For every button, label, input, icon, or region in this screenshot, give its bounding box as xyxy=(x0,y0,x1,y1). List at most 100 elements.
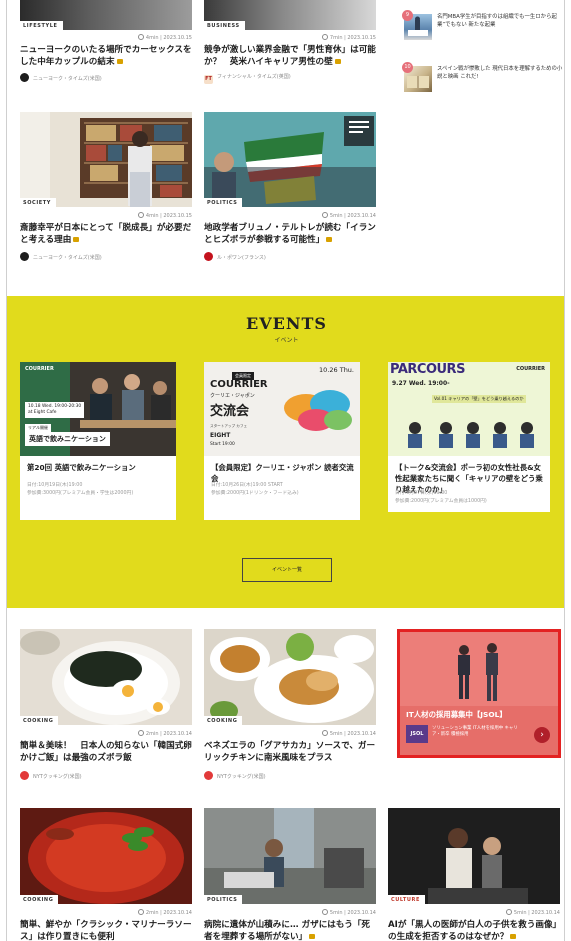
event-image-venue-pre: スタートアップ カフェ xyxy=(210,424,248,428)
events-subheading: イベント xyxy=(274,337,299,344)
article-image[interactable]: BUSINESS xyxy=(204,0,376,30)
article-source: ニューヨーク・タイムズ(米国) xyxy=(20,252,102,261)
article-image[interactable]: COOKING xyxy=(204,629,376,725)
rank-badge: 10 xyxy=(402,62,413,73)
event-image[interactable]: 10.26 Thu. 会員限定 COURRIER クーリエ・ジャポン 交流会 ス… xyxy=(204,362,360,456)
article-title[interactable]: 簡単＆美味！ 日本人の知らない「韓国式卵かけご飯」は最強のズボラ飯 xyxy=(20,740,192,764)
article-card[interactable]: CULTURE 5min | 2023.10.14 AIが「黒人の医師が白人の子… xyxy=(388,808,560,941)
clock-icon xyxy=(321,909,328,915)
category-label: SOCIETY xyxy=(20,198,57,207)
event-image-venue: EIGHT xyxy=(210,432,231,439)
event-brand: COURRIER xyxy=(25,366,54,372)
event-image-big: 交流会 xyxy=(210,404,250,419)
lock-icon xyxy=(326,237,333,242)
ranking-item[interactable]: 9 名門MBA学生が目指すのは組織でも一生ロから起業”でもない 新たな起業 xyxy=(397,10,563,40)
article-source: ニューヨーク・タイムズ(米国) xyxy=(20,73,102,82)
article-title[interactable]: 病院に遺体が山積みに… ガザにはもう「死者を埋葬する場所がない」 xyxy=(204,919,376,941)
source-logo-icon xyxy=(20,252,29,261)
category-label: POLITICS xyxy=(204,895,243,904)
event-image-label: リアル開催 xyxy=(25,424,51,432)
category-label: LIFESTYLE xyxy=(20,21,63,30)
page: LIFESTYLE 4min | 2023.10.15 ニューヨークのいたる場所… xyxy=(6,0,565,941)
category-label: COOKING xyxy=(20,716,59,725)
article-card[interactable]: SOCIETY 4min | 2023.10.15 斎藤幸平が日本にとって「脱成… xyxy=(20,112,192,272)
clock-icon xyxy=(137,34,144,40)
clock-icon xyxy=(137,909,144,915)
event-card[interactable]: 10.26 Thu. 会員限定 COURRIER クーリエ・ジャポン 交流会 ス… xyxy=(204,362,360,520)
category-label: BUSINESS xyxy=(204,21,245,30)
event-card[interactable]: PARCOURS COURRIER 9.27 Wed. 19:00- Vol.0… xyxy=(388,362,550,512)
event-image-caption: 英語で飲みニケーション xyxy=(25,432,110,446)
clock-icon xyxy=(137,212,144,218)
lock-icon xyxy=(116,59,123,64)
article-image[interactable]: POLITICS xyxy=(204,808,376,904)
lock-icon xyxy=(73,237,80,242)
clock-icon xyxy=(321,212,328,218)
lock-icon xyxy=(309,934,316,939)
source-logo-icon xyxy=(20,73,29,82)
ft-logo-icon: FT xyxy=(204,75,213,84)
article-meta: 7min | 2023.10.15 xyxy=(321,34,376,41)
article-card[interactable]: COOKING 2min | 2023.10.14 簡単、鮮やか「クラシック・マ… xyxy=(20,808,192,941)
article-meta: 2min | 2023.10.14 xyxy=(137,909,192,916)
article-title[interactable]: ベネズエラの「グアサカカ」ソースで、ガーリックチキンに南米風味をプラス xyxy=(204,740,376,764)
event-image-vol: Vol.01 キャリアの「壁」をどう乗り越えるのか xyxy=(432,395,526,403)
category-label: CULTURE xyxy=(388,895,426,904)
jsol-logo: JSOL xyxy=(406,725,428,743)
events-list-button[interactable]: イベント一覧 xyxy=(242,558,332,582)
ad-body: ソリューション事業 IT人材を採用中 キャリア・新卒 積極採用 xyxy=(432,726,518,737)
event-image[interactable]: PARCOURS COURRIER 9.27 Wed. 19:00- Vol.0… xyxy=(388,362,550,456)
chevron-right-icon[interactable]: › xyxy=(534,727,550,743)
article-card[interactable]: LIFESTYLE 4min | 2023.10.15 ニューヨークのいたる場所… xyxy=(20,0,192,100)
source-logo-icon xyxy=(204,252,213,261)
article-meta: 5min | 2023.10.14 xyxy=(321,212,376,219)
event-brand: COURRIER xyxy=(210,379,268,390)
category-label: POLITICS xyxy=(204,198,243,207)
article-title[interactable]: 地政学者ブリュノ・テルトレが読む「イランとヒズボラが参戦する可能性」 xyxy=(204,222,376,246)
event-image[interactable]: COURRIER 10.18 Wed. 19:00-20:30 at Eight … xyxy=(20,362,176,456)
article-meta: 4min | 2023.10.15 xyxy=(137,34,192,41)
source-logo-icon xyxy=(204,771,213,780)
article-card[interactable]: POLITICS 5min | 2023.10.14 地政学者ブリュノ・テルトレ… xyxy=(204,112,376,272)
event-image-date: 10.18 Wed. 19:00-20:30 at Eight Cafe xyxy=(25,402,85,418)
article-card[interactable]: BUSINESS 7min | 2023.10.15 競争が激しい業界金融で「男… xyxy=(204,0,376,100)
article-image[interactable]: POLITICS xyxy=(204,112,376,207)
article-card[interactable]: POLITICS 5min | 2023.10.14 病院に遺体が山積みに… ガ… xyxy=(204,808,376,941)
article-image[interactable]: COOKING xyxy=(20,629,192,725)
event-image-date: 9.27 Wed. 19:00- xyxy=(392,380,450,387)
event-info: 日付:10月19日(木)19:00 参加費:3000円(プレミアム会員・学生は20… xyxy=(27,483,134,496)
ad-banner[interactable]: IT人材の採用募集中【JSOL】 JSOL ソリューション事業 IT人材を採用中… xyxy=(397,629,561,758)
ranking-item[interactable]: 10 スペイン戦が惨敗した 現代日本を理解するための小説と映画 これだ! xyxy=(397,62,563,92)
article-title[interactable]: 斎藤幸平が日本にとって「脱成長」が必要だと考える理由 xyxy=(20,222,192,246)
events-heading: EVENTS xyxy=(246,314,327,333)
article-meta: 4min | 2023.10.15 xyxy=(137,212,192,219)
lock-icon xyxy=(334,59,341,64)
event-info: 日付:10月26日(木)19:00 START 参加費:2000円(1ドリンク・フ… xyxy=(211,483,299,496)
event-card[interactable]: COURRIER 10.18 Wed. 19:00-20:30 at Eight … xyxy=(20,362,176,520)
article-title[interactable]: 競争が激しい業界金融で「男性育休」は可能か？ 英米ハイキャリア男性の壁 xyxy=(204,44,376,68)
event-title[interactable]: 第20回 英語で飲みニケーション xyxy=(27,462,173,473)
article-title[interactable]: 簡単、鮮やか「クラシック・マリナーラソース」は作り置きにも便利 xyxy=(20,919,192,941)
category-label: COOKING xyxy=(204,716,243,725)
article-card[interactable]: COOKING 5min | 2023.10.14 ベネズエラの「グアサカカ」ソ… xyxy=(204,629,376,789)
lock-icon xyxy=(510,934,517,939)
article-meta: 5min | 2023.10.14 xyxy=(505,909,560,916)
clock-icon xyxy=(321,34,328,40)
event-brand: PARCOURS xyxy=(390,362,465,377)
article-title[interactable]: AIが「黒人の医師が白人の子供を救う画像」の生成を拒否するのはなぜか？ xyxy=(388,919,560,941)
article-title[interactable]: ニューヨークのいたる場所でカーセックスをした中年カップルの結末 xyxy=(20,44,192,68)
article-meta: 5min | 2023.10.14 xyxy=(321,909,376,916)
source-logo-icon xyxy=(20,771,29,780)
article-image[interactable]: COOKING xyxy=(20,808,192,904)
article-image[interactable]: LIFESTYLE xyxy=(20,0,192,30)
clock-icon xyxy=(505,909,512,915)
article-image[interactable]: CULTURE xyxy=(388,808,560,904)
article-image[interactable]: SOCIETY xyxy=(20,112,192,207)
article-card[interactable]: COOKING 2min | 2023.10.14 簡単＆美味！ 日本人の知らな… xyxy=(20,629,192,789)
article-source: ル・ポワン(フランス) xyxy=(204,252,266,261)
event-title[interactable]: 【会員限定】クーリエ・ジャポン 読者交流会 xyxy=(211,462,357,484)
article-meta: 5min | 2023.10.14 xyxy=(321,730,376,737)
category-label: COOKING xyxy=(20,895,59,904)
rank-badge: 9 xyxy=(402,10,413,21)
article-source: NYTクッキング(米国) xyxy=(20,771,82,780)
